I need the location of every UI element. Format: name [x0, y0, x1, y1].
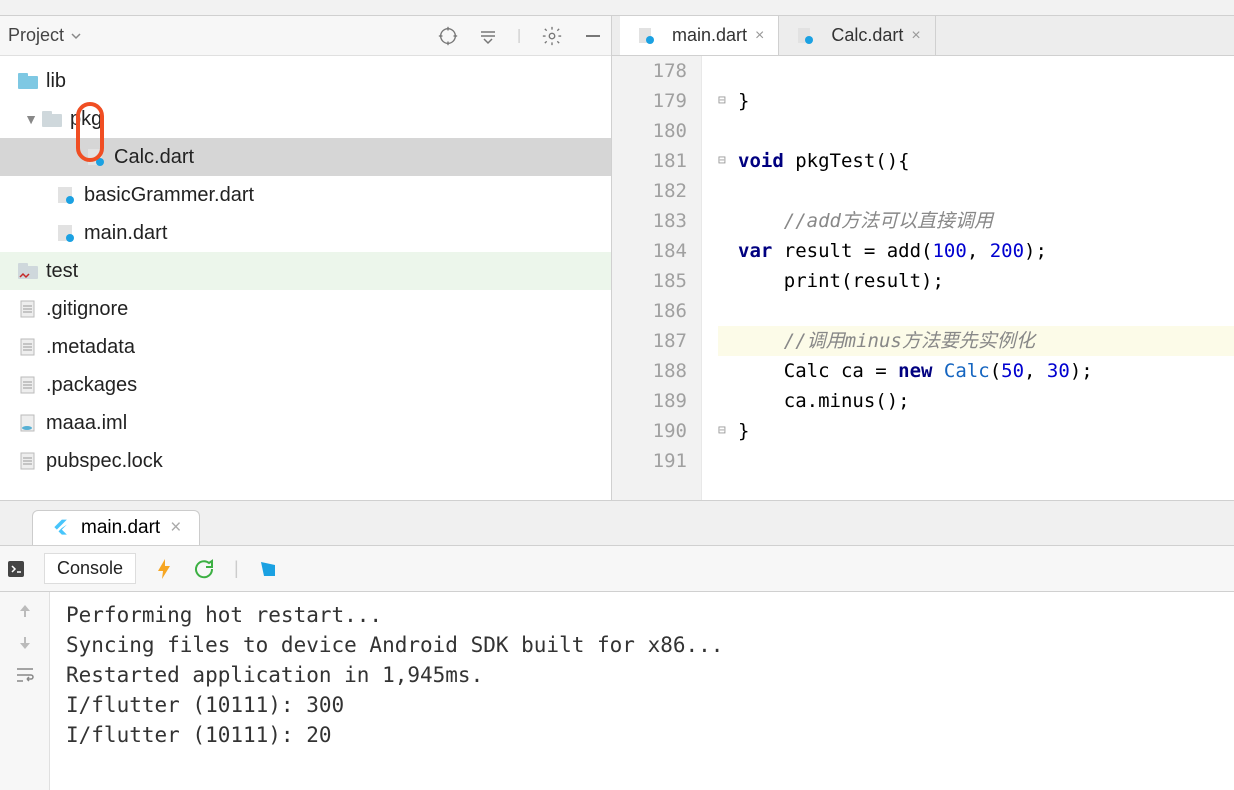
code-line[interactable]: print(result); — [718, 266, 1234, 296]
tree-label: main.dart — [84, 222, 167, 245]
project-tools: | — [437, 25, 603, 47]
dart-file-icon — [54, 222, 78, 244]
tree-item-calc[interactable]: Calc.dart — [0, 138, 611, 176]
tree-item-metadata[interactable]: .metadata — [0, 328, 611, 366]
editor-body[interactable]: 1781791801811821831841851861871881891901… — [612, 56, 1234, 500]
project-tree: lib ▼ pkg Calc.dart basicGrammer.dart — [0, 56, 611, 500]
folder-icon — [40, 108, 64, 130]
project-title-label: Project — [8, 25, 64, 46]
dart-icon[interactable] — [257, 558, 279, 580]
code-area[interactable]: ⊟} ⊟void pkgTest(){ //add方法可以直接调用 var res… — [702, 56, 1234, 500]
folder-icon — [16, 70, 40, 92]
console-output: Performing hot restart... Syncing files … — [0, 592, 1234, 790]
breadcrumb — [0, 0, 1234, 16]
flutter-icon — [51, 518, 71, 538]
tree-label: .packages — [46, 374, 137, 397]
editor-tab-calc[interactable]: Calc.dart × — [779, 16, 935, 55]
console-text[interactable]: Performing hot restart... Syncing files … — [50, 592, 1234, 790]
tree-item-gitignore[interactable]: .gitignore — [0, 290, 611, 328]
text-file-icon — [16, 374, 40, 396]
code-line[interactable]: ⊟} — [718, 416, 1234, 446]
tab-label: main.dart — [672, 25, 747, 46]
project-header: Project | — [0, 16, 611, 56]
soft-wrap-icon[interactable] — [15, 666, 35, 684]
text-file-icon — [16, 298, 40, 320]
chevron-down-icon: ▼ — [22, 111, 40, 127]
code-line[interactable] — [718, 296, 1234, 326]
editor-tab-main[interactable]: main.dart × — [620, 16, 779, 55]
target-icon[interactable] — [437, 25, 459, 47]
tab-label: Calc.dart — [831, 25, 903, 46]
tree-item-main[interactable]: main.dart — [0, 214, 611, 252]
tree-item-iml[interactable]: maaa.iml — [0, 404, 611, 442]
minimize-icon[interactable] — [583, 26, 603, 46]
text-file-icon — [16, 450, 40, 472]
project-panel-title[interactable]: Project — [8, 25, 82, 46]
tree-label: lib — [46, 70, 66, 93]
iml-file-icon — [16, 412, 40, 434]
close-icon[interactable]: × — [170, 517, 181, 539]
console-toolbar: Console | — [0, 546, 1234, 592]
code-line[interactable]: ⊟void pkgTest(){ — [718, 146, 1234, 176]
hot-restart-icon[interactable] — [192, 558, 216, 580]
tree-label: .metadata — [46, 336, 135, 359]
tree-item-pubspec[interactable]: pubspec.lock — [0, 442, 611, 480]
code-line[interactable]: ⊟} — [718, 86, 1234, 116]
editor-panel: main.dart × Calc.dart × 1781791801811821… — [612, 16, 1234, 500]
tree-item-basicgrammer[interactable]: basicGrammer.dart — [0, 176, 611, 214]
highlight-annotation — [76, 102, 104, 162]
dart-file-icon — [793, 25, 817, 47]
console-tab[interactable]: Console — [44, 553, 136, 584]
editor-tabs: main.dart × Calc.dart × — [612, 16, 1234, 56]
up-arrow-icon[interactable] — [16, 602, 34, 620]
tree-item-test[interactable]: test — [0, 252, 611, 290]
down-arrow-icon[interactable] — [16, 634, 34, 652]
dart-file-icon — [54, 184, 78, 206]
tree-label: maaa.iml — [46, 412, 127, 435]
code-line[interactable]: var result = add(100, 200); — [718, 236, 1234, 266]
console-gutter — [0, 592, 50, 790]
run-tab-label: main.dart — [81, 517, 160, 539]
tree-label: basicGrammer.dart — [84, 184, 254, 207]
project-panel: Project | lib ▼ pkg — [0, 16, 612, 500]
code-line[interactable] — [718, 116, 1234, 146]
run-tab-bar: main.dart × — [0, 500, 1234, 546]
code-line[interactable] — [718, 56, 1234, 86]
tree-item-packages[interactable]: .packages — [0, 366, 611, 404]
code-line[interactable] — [718, 176, 1234, 206]
tree-label: Calc.dart — [114, 146, 194, 169]
gear-icon[interactable] — [541, 25, 563, 47]
tree-label: test — [46, 260, 78, 283]
main-area: Project | lib ▼ pkg — [0, 16, 1234, 500]
tree-label: .gitignore — [46, 298, 128, 321]
test-folder-icon — [16, 260, 40, 282]
run-tab-main[interactable]: main.dart × — [32, 510, 200, 545]
chevron-down-icon — [70, 30, 82, 42]
text-file-icon — [16, 336, 40, 358]
close-icon[interactable]: × — [755, 27, 764, 45]
code-line[interactable] — [718, 446, 1234, 476]
code-line[interactable]: Calc ca = new Calc(50, 30); — [718, 356, 1234, 386]
code-line[interactable]: //add方法可以直接调用 — [718, 206, 1234, 236]
lightning-icon[interactable] — [154, 558, 174, 580]
code-line[interactable]: //调用minus方法要先实例化 — [718, 326, 1234, 356]
gutter: 1781791801811821831841851861871881891901… — [612, 56, 702, 500]
collapse-icon[interactable] — [479, 27, 497, 45]
tree-label: pubspec.lock — [46, 450, 163, 473]
dart-file-icon — [634, 25, 658, 47]
console-icon[interactable] — [6, 559, 26, 579]
console-tab-label: Console — [57, 558, 123, 579]
close-icon[interactable]: × — [911, 27, 920, 45]
tree-item-lib[interactable]: lib — [0, 62, 611, 100]
code-line[interactable]: ca.minus(); — [718, 386, 1234, 416]
